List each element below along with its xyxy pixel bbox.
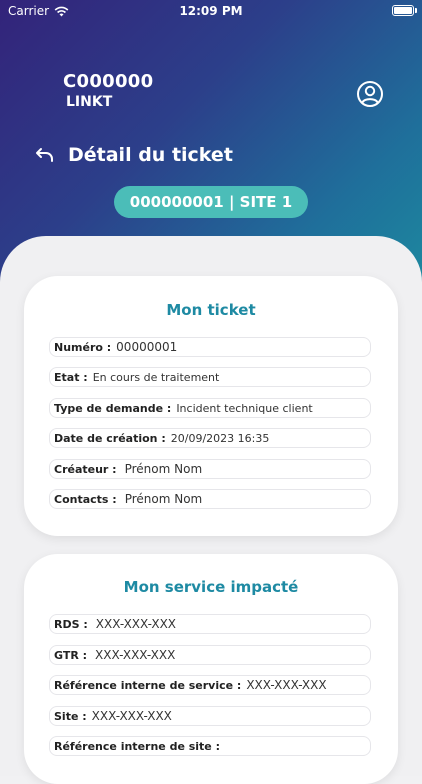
- row-label: Type de demande :: [54, 401, 172, 415]
- service-row-internal-site-ref: Référence interne de site :: [49, 736, 371, 756]
- row-label: Référence interne de site :: [54, 739, 220, 753]
- ticket-card: Mon ticket Numéro : 00000001 Etat : En c…: [24, 276, 398, 536]
- row-label: Date de création :: [54, 431, 166, 445]
- row-value: XXX-XXX-XXX: [91, 709, 172, 723]
- row-label: Créateur :: [54, 462, 117, 476]
- status-bar: Carrier 12:09 PM: [0, 0, 422, 22]
- ticket-card-title: Mon ticket: [166, 301, 256, 319]
- service-row-gtr: GTR : XXX-XXX-XXX: [49, 645, 371, 665]
- ticket-row-creation-date: Date de création : 20/09/2023 16:35: [49, 428, 371, 448]
- status-right: [392, 5, 417, 16]
- ticket-row-state: Etat : En cours de traitement: [49, 367, 371, 387]
- row-value: XXX-XXX-XXX: [95, 648, 176, 662]
- back-arrow-icon[interactable]: [34, 144, 56, 166]
- status-time: 12:09 PM: [179, 4, 243, 18]
- title-row: Détail du ticket: [34, 144, 233, 166]
- user-profile-icon[interactable]: [356, 80, 384, 108]
- row-label: Référence interne de service :: [54, 678, 242, 692]
- service-row-rds: RDS : XXX-XXX-XXX: [49, 614, 371, 634]
- battery-icon: [392, 5, 417, 16]
- company-name: LINKT: [66, 94, 113, 110]
- ticket-row-creator: Créateur : Prénom Nom: [49, 459, 371, 479]
- ticket-row-number: Numéro : 00000001: [49, 337, 371, 357]
- ticket-row-contacts: Contacts : Prénom Nom: [49, 489, 371, 509]
- row-value: 00000001: [116, 340, 178, 354]
- row-value: XXX-XXX-XXX: [95, 617, 177, 631]
- row-value: XXX-XXX-XXX: [246, 678, 327, 692]
- service-card-title: Mon service impacté: [123, 578, 299, 596]
- page-title: Détail du ticket: [68, 144, 233, 166]
- row-value: Incident technique client: [176, 401, 313, 415]
- ticket-row-request-type: Type de demande : Incident technique cli…: [49, 398, 371, 418]
- row-value: En cours de traitement: [92, 370, 220, 384]
- row-value: Prénom Nom: [124, 492, 203, 506]
- row-value: 20/09/2023 16:35: [170, 431, 270, 445]
- service-row-site: Site : XXX-XXX-XXX: [49, 706, 371, 726]
- row-label: Numéro :: [54, 340, 112, 354]
- client-code: C000000: [63, 71, 154, 92]
- row-value: Prénom Nom: [124, 462, 203, 476]
- row-label: Etat :: [54, 370, 88, 384]
- row-label: Site :: [54, 709, 87, 723]
- service-row-internal-service-ref: Référence interne de service : XXX-XXX-X…: [49, 675, 371, 695]
- ticket-site-badge: 000000001 | SITE 1: [114, 186, 308, 218]
- row-label: Contacts :: [54, 492, 117, 506]
- row-label: RDS :: [54, 617, 88, 631]
- row-label: GTR :: [54, 648, 88, 662]
